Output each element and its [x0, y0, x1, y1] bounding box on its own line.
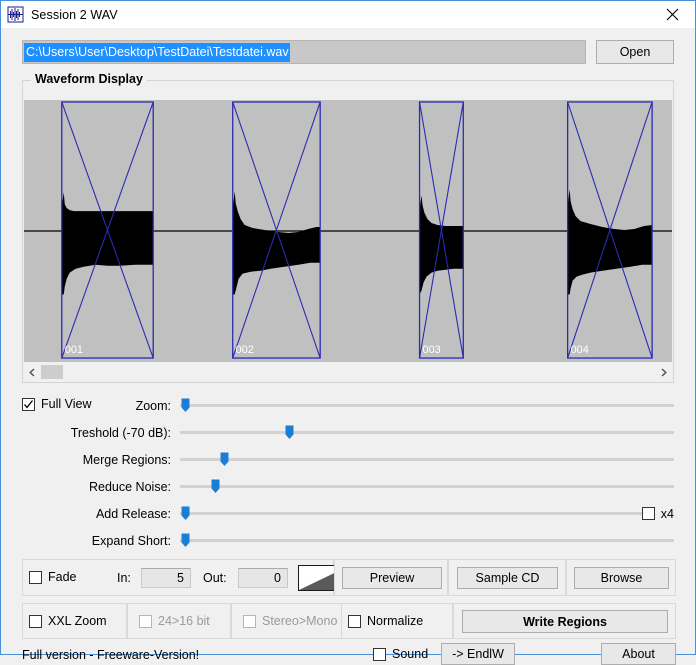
fade-panel: Fade In: 5 Out: 0 [22, 559, 334, 596]
treshold-slider-track[interactable] [180, 431, 674, 434]
client-area: C:\Users\User\Desktop\TestDatei\Testdate… [1, 28, 695, 654]
preview-panel: Preview [334, 559, 448, 596]
treshold-slider-thumb[interactable] [285, 425, 294, 440]
sound-checkbox[interactable] [373, 648, 386, 661]
write-regions-button[interactable]: Write Regions [462, 610, 668, 633]
browse-button[interactable]: Browse [574, 567, 669, 589]
fade-checkbox[interactable] [29, 571, 42, 584]
expand-short-slider-thumb[interactable] [181, 533, 190, 548]
hscrollbar-thumb[interactable] [41, 365, 63, 379]
normalize-checkbox[interactable] [348, 615, 361, 628]
x4-label: x4 [661, 507, 674, 521]
zoom-slider[interactable] [180, 397, 674, 414]
slider-row-reduce-noise: Reduce Noise: [22, 478, 674, 495]
slider-row-add-release: Add Release: [22, 505, 642, 522]
file-path-value: C:\Users\User\Desktop\TestDatei\Testdate… [24, 43, 290, 62]
bit-convert-panel: 24>16 bit [127, 603, 231, 639]
treshold-slider-label: Treshold (-70 dB): [22, 426, 180, 440]
scroll-left-icon[interactable] [24, 363, 41, 381]
app-window: Session 2 WAV C:\Users\User\Desktop\Test… [0, 0, 696, 655]
hscrollbar-track[interactable] [41, 363, 672, 381]
reduce-noise-slider-thumb[interactable] [211, 479, 220, 494]
expand-short-slider-label: Expand Short: [22, 534, 180, 548]
zoom-slider-thumb[interactable] [181, 398, 190, 413]
preview-button[interactable]: Preview [342, 567, 442, 589]
stereo-mono-panel: Stereo>Mono [231, 603, 351, 639]
xxl-zoom-checkbox[interactable] [29, 615, 42, 628]
expand-short-slider[interactable] [180, 532, 674, 549]
reduce-noise-slider-label: Reduce Noise: [22, 480, 180, 494]
stereo-mono-checkbox[interactable] [243, 615, 256, 628]
fade-in-label: In: [117, 571, 131, 585]
reduce-noise-slider-track[interactable] [180, 485, 674, 488]
version-status-label: Full version - Freeware-Version! [22, 648, 199, 662]
svg-text:002: 002 [236, 344, 254, 356]
slider-row-merge: Merge Regions: [22, 451, 674, 468]
close-button[interactable] [650, 1, 695, 28]
fade-out-label: Out: [203, 571, 227, 585]
endlw-button[interactable]: -> EndlW [441, 643, 515, 665]
sample-cd-panel: Sample CD [448, 559, 566, 596]
slider-row-expand-short: Expand Short: [22, 532, 674, 549]
xxl-zoom-panel: XXL Zoom [22, 603, 127, 639]
file-path-row: C:\Users\User\Desktop\TestDatei\Testdate… [22, 40, 674, 64]
open-button[interactable]: Open [596, 40, 674, 64]
svg-text:001: 001 [65, 344, 83, 356]
xxl-zoom-label: XXL Zoom [48, 614, 107, 628]
merge-regions-slider-thumb[interactable] [220, 452, 229, 467]
sound-option: Sound [373, 647, 428, 661]
scroll-right-icon[interactable] [655, 363, 672, 381]
sample-cd-button[interactable]: Sample CD [457, 567, 558, 589]
normalize-label: Normalize [367, 614, 423, 628]
title-bar: Session 2 WAV [1, 1, 695, 28]
add-release-slider-thumb[interactable] [181, 506, 190, 521]
add-release-slider-label: Add Release: [22, 507, 180, 521]
stereo-mono-option: Stereo>Mono [243, 614, 337, 628]
merge-regions-slider[interactable] [180, 451, 674, 468]
xxl-zoom-option: XXL Zoom [29, 614, 107, 628]
normalize-option: Normalize [348, 614, 423, 628]
waveform-hscrollbar[interactable] [24, 363, 672, 381]
zoom-slider-track[interactable] [180, 404, 674, 407]
slider-row-zoom: Zoom: [22, 397, 674, 414]
waveform-display-group: Waveform Display 001 [22, 80, 674, 383]
file-path-input[interactable]: C:\Users\User\Desktop\TestDatei\Testdate… [22, 40, 586, 64]
merge-regions-slider-track[interactable] [180, 458, 674, 461]
treshold-slider[interactable] [180, 424, 674, 441]
fade-option: Fade [29, 570, 77, 584]
reduce-noise-slider[interactable] [180, 478, 674, 495]
fade-in-input[interactable]: 5 [141, 568, 191, 588]
bit-convert-checkbox[interactable] [139, 615, 152, 628]
svg-text:004: 004 [571, 344, 589, 356]
stereo-mono-label: Stereo>Mono [262, 614, 337, 628]
x4-option: x4 [642, 505, 674, 522]
merge-regions-slider-label: Merge Regions: [22, 453, 180, 467]
waveform-canvas[interactable]: 001 002 [24, 100, 672, 362]
expand-short-slider-track[interactable] [180, 539, 674, 542]
write-regions-panel: Write Regions [453, 603, 676, 639]
x4-checkbox[interactable] [642, 507, 655, 520]
waveform-group-title: Waveform Display [31, 72, 147, 86]
bit-convert-option: 24>16 bit [139, 614, 210, 628]
normalize-panel: Normalize [341, 603, 453, 639]
svg-text:003: 003 [423, 344, 441, 356]
browse-panel: Browse [566, 559, 676, 596]
slider-row-treshold: Treshold (-70 dB): [22, 424, 674, 441]
add-release-slider[interactable] [180, 505, 642, 522]
sound-label: Sound [392, 647, 428, 661]
bit-convert-label: 24>16 bit [158, 614, 210, 628]
about-button[interactable]: About [601, 643, 676, 665]
zoom-slider-label: Zoom: [22, 399, 180, 413]
add-release-slider-track[interactable] [180, 512, 642, 515]
waveform-app-icon [7, 6, 24, 23]
window-title: Session 2 WAV [31, 8, 118, 22]
fade-label: Fade [48, 570, 77, 584]
fade-out-input[interactable]: 0 [238, 568, 288, 588]
waveform-canvas-wrap[interactable]: 001 002 [24, 100, 672, 362]
